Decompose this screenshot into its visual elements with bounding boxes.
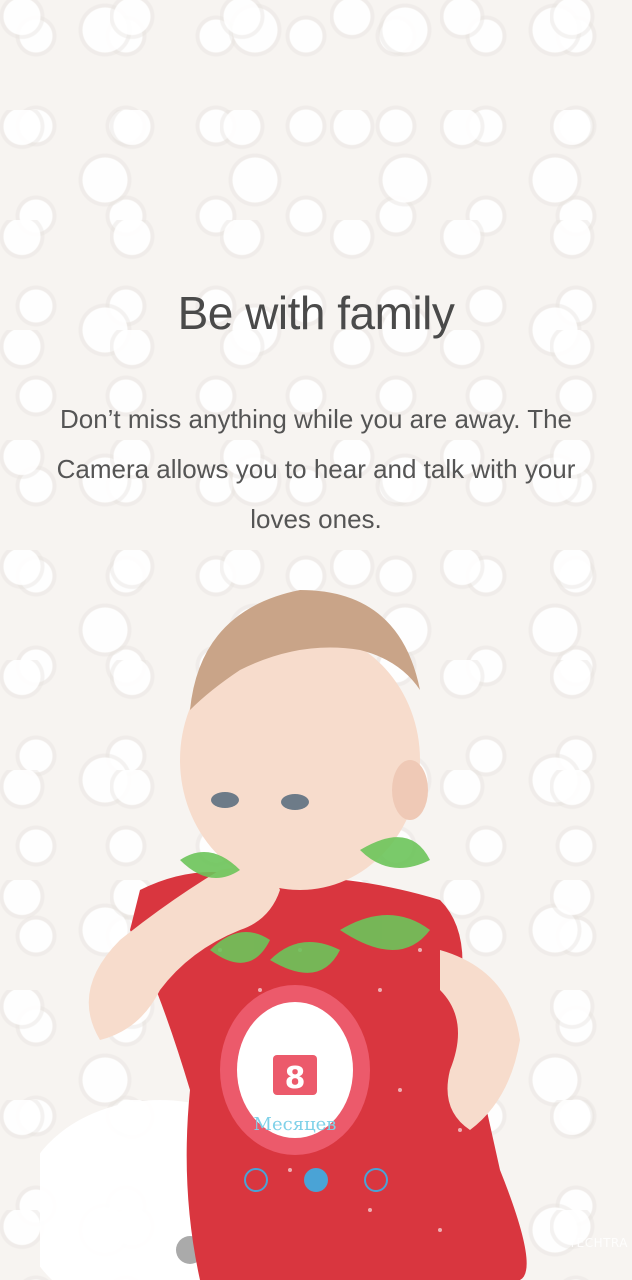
watermark: TECHTRA <box>568 1236 628 1250</box>
slide-description: Don’t miss anything while you are away. … <box>56 404 576 534</box>
svg-text:Месяцев: Месяцев <box>254 1114 337 1135</box>
page-dot-3[interactable] <box>364 1168 388 1192</box>
page-indicator <box>0 1168 632 1192</box>
slide-title: Be with family <box>177 287 455 339</box>
month-badge: 8 Месяцев <box>220 985 370 1155</box>
page-dot-1[interactable] <box>244 1168 268 1192</box>
svg-text:8: 8 <box>285 1061 306 1096</box>
page-dot-2[interactable] <box>304 1168 328 1192</box>
